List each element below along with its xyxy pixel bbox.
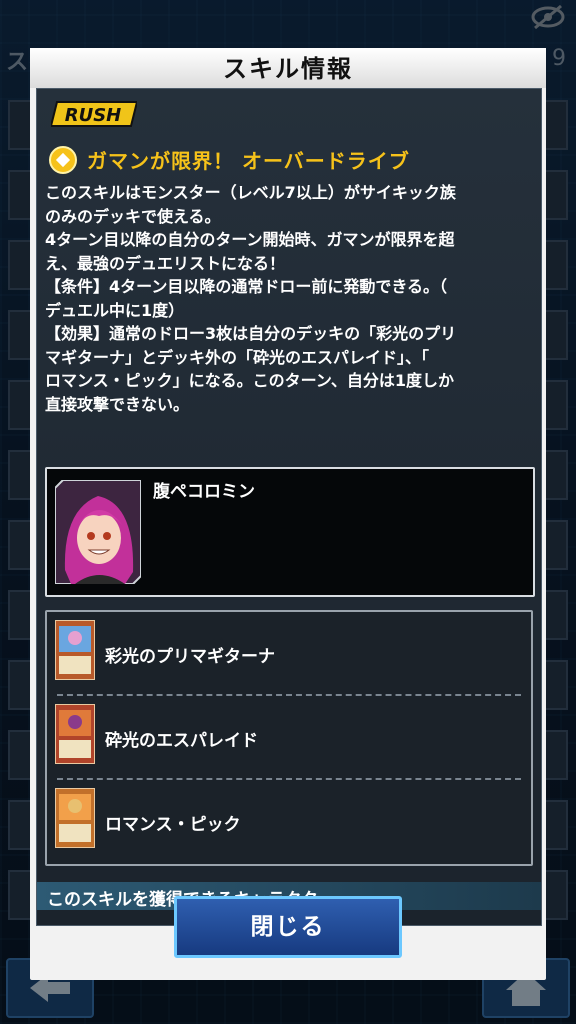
dialog-title: スキル情報 xyxy=(30,48,546,88)
card-thumbnail xyxy=(55,620,95,680)
card-row[interactable]: 砕光のエスパレイド xyxy=(47,696,531,780)
character-box: 腹ペコロミン xyxy=(45,467,535,597)
skill-star-icon xyxy=(49,146,77,174)
skill-description: このスキルはモンスター（レベル7以上）がサイキック族 のみのデッキで使える。 4… xyxy=(45,183,457,414)
card-row[interactable]: ロマンス・ピック xyxy=(47,780,531,864)
skill-panel: RUSH ガマンが限界！ オーバードライブ このスキルはモンスター（レベル7以上… xyxy=(36,88,542,926)
svg-text:RUSH: RUSH xyxy=(65,105,122,126)
skill-info-dialog: スキル情報 RUSH ガマンが限界！ オーバードライブ このスキルはモンスター（… xyxy=(30,48,546,980)
character-name: 腹ペコロミン xyxy=(153,482,255,502)
card-name: ロマンス・ピック xyxy=(105,815,241,835)
rush-badge: RUSH xyxy=(51,101,137,127)
card-thumbnail xyxy=(55,704,95,764)
character-portrait xyxy=(55,480,141,584)
card-list: 彩光のプリマギターナ 砕光のエスパレイド ロマンス・ピック xyxy=(45,610,533,866)
close-button[interactable]: 閉じる xyxy=(174,896,402,958)
skill-name: ガマンが限界！ オーバードライブ xyxy=(87,149,410,173)
card-row[interactable]: 彩光のプリマギターナ xyxy=(47,612,531,696)
card-name: 砕光のエスパレイド xyxy=(105,731,258,751)
card-name: 彩光のプリマギターナ xyxy=(105,647,275,667)
card-thumbnail xyxy=(55,788,95,848)
